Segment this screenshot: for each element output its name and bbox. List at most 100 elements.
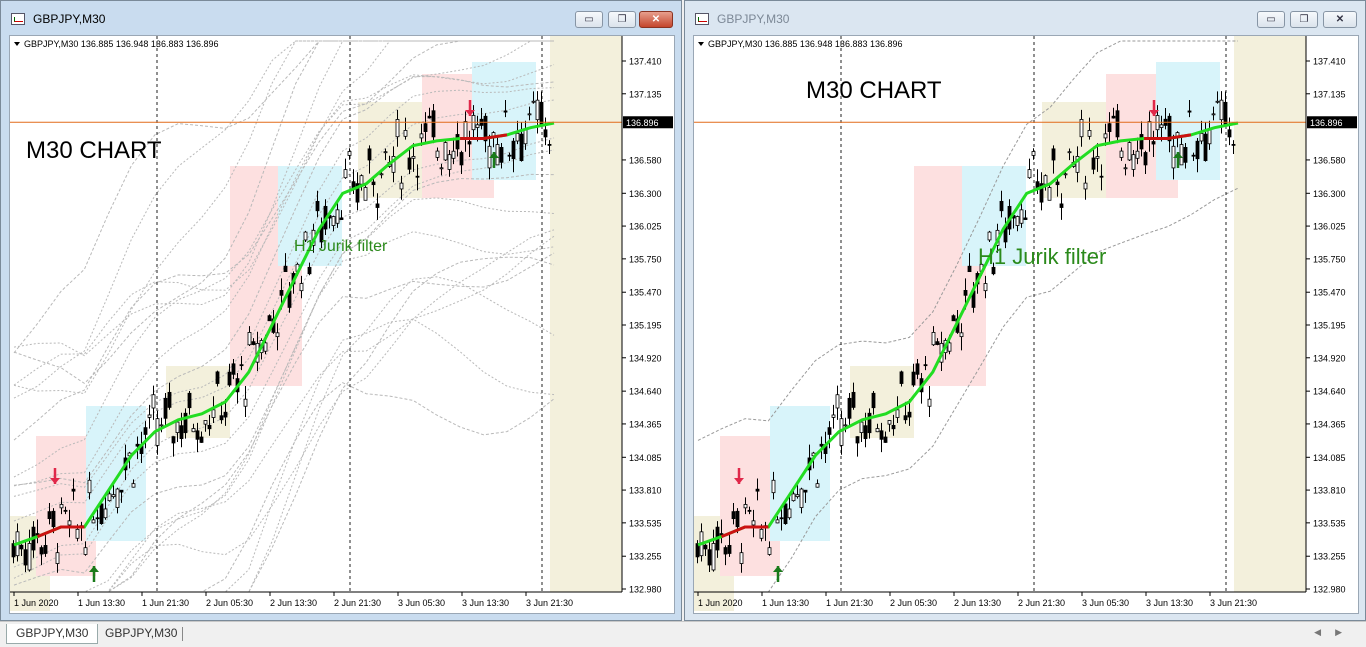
price-tick-label: 136.580 — [1313, 155, 1346, 165]
candle-body — [527, 113, 532, 116]
chart-label: M30 CHART — [26, 137, 162, 164]
candle-body — [315, 200, 320, 212]
candle-body — [1179, 144, 1184, 166]
candle-body — [495, 144, 500, 166]
price-tick-label: 135.195 — [1313, 321, 1346, 331]
price-tick-label: 136.300 — [629, 189, 662, 199]
candle-body — [27, 543, 32, 571]
tab-gbpjpy-m30-2[interactable]: GBPJPY,M30 — [96, 624, 186, 644]
candle-body — [1139, 134, 1144, 150]
price-chart[interactable]: 137.410 137.135 136.580 136.300 136.025 135.7… — [694, 36, 1358, 613]
candle-body — [899, 371, 904, 384]
candle-body — [187, 392, 192, 409]
close-button[interactable]: ✕ — [639, 11, 673, 28]
candle-body — [55, 552, 60, 564]
price-tick-label: 134.640 — [629, 387, 662, 397]
info-dropdown-icon — [14, 42, 20, 46]
chart-canvas[interactable]: 137.410 137.135 136.580 136.300 136.025 135.7… — [693, 35, 1359, 614]
candle-body — [1043, 175, 1048, 185]
session-box — [550, 36, 622, 592]
candle-body — [507, 154, 512, 157]
candle-body — [1191, 154, 1196, 157]
minimize-button[interactable]: ▭ — [575, 11, 603, 28]
candle-body — [267, 315, 272, 322]
time-tick-label: 1 Jun 13:30 — [762, 598, 809, 608]
candle-body — [863, 425, 868, 440]
candle-body — [1015, 216, 1020, 226]
price-chart[interactable]: 137.410 137.135 136.580 136.300 136.025 135.7… — [10, 36, 674, 613]
candle-body — [1103, 133, 1108, 139]
price-tick-label: 137.410 — [629, 57, 662, 67]
candle-body — [847, 397, 852, 419]
candle-body — [219, 415, 224, 421]
tab-scroll-arrows[interactable]: ◀▶ — [1314, 627, 1356, 638]
title-bar[interactable]: GBPJPY,M30 ▭ ❐ ✕ — [685, 1, 1365, 35]
candle-body — [747, 509, 752, 512]
candle-body — [547, 143, 552, 146]
candle-body — [447, 154, 452, 170]
candle-body — [415, 175, 420, 178]
minimize-button[interactable]: ▭ — [1257, 11, 1285, 28]
candle-body — [439, 167, 444, 170]
price-tick-label: 134.920 — [1313, 353, 1346, 363]
candle-body — [363, 187, 368, 201]
candle-body — [175, 421, 180, 434]
candle-body — [511, 140, 516, 160]
chart-label: M30 CHART — [806, 77, 942, 104]
price-tick-label: 133.255 — [1313, 552, 1346, 562]
price-tick-label: 136.025 — [629, 222, 662, 232]
candle-body — [1127, 142, 1132, 161]
candle-body — [431, 110, 436, 138]
price-tick-label: 134.085 — [1313, 453, 1346, 463]
candle-body — [179, 425, 184, 440]
candle-body — [879, 430, 884, 440]
candle-body — [779, 517, 784, 520]
symbol-info-line: GBPJPY,M30 136.885 136.948 136.883 136.8… — [24, 39, 219, 49]
scroll-left-icon[interactable]: ◀ — [1314, 627, 1335, 637]
tab-gbpjpy-m30-1[interactable]: GBPJPY,M30 — [6, 624, 99, 644]
jurik-filter-label: H1 Jurik filter — [294, 238, 388, 255]
chart-window-2[interactable]: GBPJPY,M30 ▭ ❐ ✕ 137.410 137.135 136.580 13… — [684, 0, 1366, 621]
candle-body — [1031, 151, 1036, 156]
candle-body — [227, 371, 232, 386]
time-tick-label: 1 Jun 21:30 — [826, 598, 873, 608]
candle-body — [275, 332, 280, 338]
candle-body — [743, 504, 748, 509]
candle-body — [239, 364, 244, 367]
candle-body — [851, 391, 856, 408]
candle-body — [791, 493, 796, 502]
candle-body — [151, 394, 156, 409]
price-tick-label: 134.085 — [629, 453, 662, 463]
time-tick-label: 3 Jun 13:30 — [1146, 598, 1193, 608]
restore-button[interactable]: ❐ — [1290, 11, 1318, 28]
symbol-info-line: GBPJPY,M30 136.885 136.948 136.883 136.8… — [708, 39, 903, 49]
candle-body — [799, 488, 804, 508]
close-button[interactable]: ✕ — [1323, 11, 1357, 28]
time-tick-label: 3 Jun 05:30 — [398, 598, 445, 608]
candle-body — [411, 156, 416, 159]
candle-body — [1207, 129, 1212, 145]
time-tick-label: 3 Jun 21:30 — [526, 598, 573, 608]
time-tick-label: 2 Jun 13:30 — [954, 598, 1001, 608]
chart-icon — [11, 13, 25, 25]
candle-body — [199, 436, 204, 443]
chart-canvas[interactable]: 137.410 137.135 136.580 136.300 136.025 135.7… — [9, 35, 675, 614]
candle-body — [71, 488, 76, 492]
candle-body — [135, 443, 140, 447]
candle-body — [1187, 110, 1192, 113]
chart-window-1[interactable]: GBPJPY,M30 ▭ ❐ ✕ 137.410 137.135 136.580 13… — [0, 0, 682, 621]
time-tick-label: 2 Jun 21:30 — [1018, 598, 1065, 608]
time-tick-label: 1 Jun 2020 — [14, 598, 59, 608]
scroll-right-icon[interactable]: ▶ — [1335, 627, 1356, 637]
candle-body — [931, 332, 936, 346]
candle-body — [47, 511, 52, 520]
candle-body — [379, 173, 384, 176]
candle-body — [231, 363, 236, 375]
candle-body — [399, 182, 404, 190]
candle-body — [787, 508, 792, 519]
title-bar[interactable]: GBPJPY,M30 ▭ ❐ ✕ — [1, 1, 681, 35]
candle-body — [443, 142, 448, 161]
restore-button[interactable]: ❐ — [608, 11, 636, 28]
candle-body — [739, 552, 744, 564]
candle-body — [247, 332, 252, 346]
